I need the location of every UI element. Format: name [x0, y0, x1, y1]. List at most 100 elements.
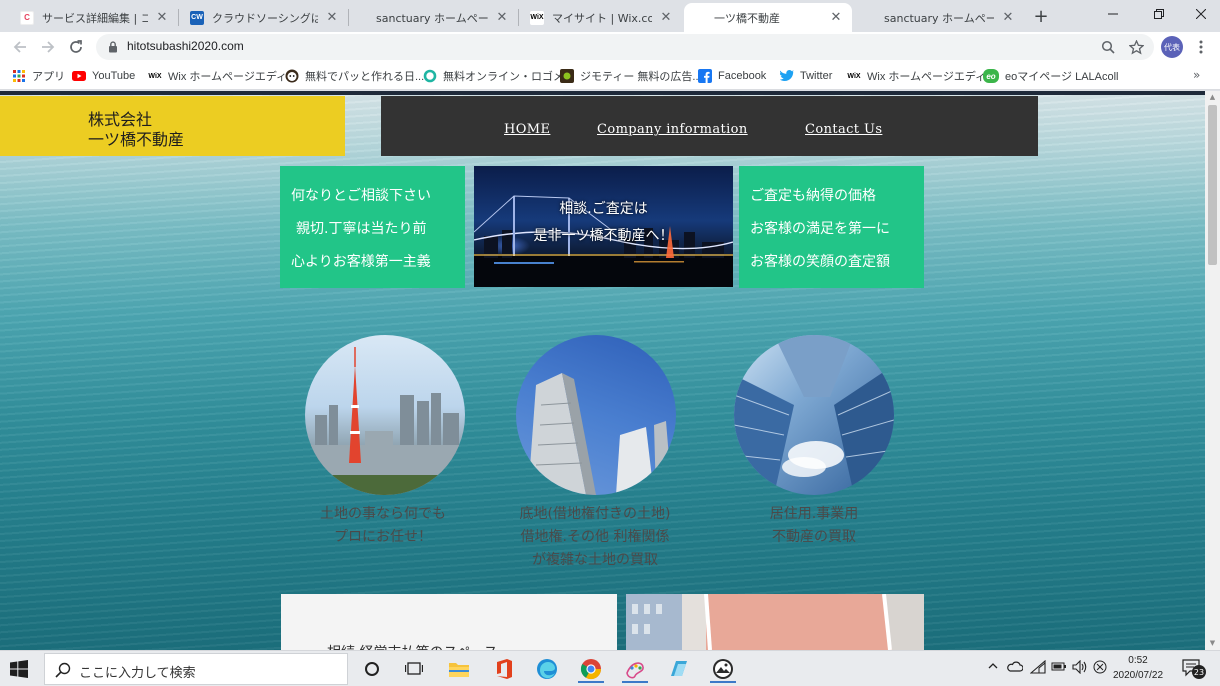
- paint-palette-icon: [626, 662, 644, 679]
- nav-company-link[interactable]: Company information: [597, 122, 748, 137]
- action-center-button[interactable]: 23: [1182, 659, 1206, 679]
- tab-close-icon[interactable]: ✕: [828, 10, 844, 26]
- bookmark-apps[interactable]: アプリ: [12, 68, 65, 84]
- bookmark-label: YouTube: [92, 70, 136, 82]
- profile-avatar[interactable]: 代表: [1161, 36, 1183, 58]
- taskbar-chrome[interactable]: [576, 655, 606, 683]
- reload-button[interactable]: [64, 35, 88, 59]
- clock-date: 2020/07/22: [1112, 670, 1164, 681]
- scrollbar-thumb[interactable]: [1208, 105, 1217, 265]
- cortana-button[interactable]: [357, 655, 387, 683]
- tab-title: sanctuary ホームページ制作: [884, 11, 994, 25]
- tab-sanctuary-2[interactable]: sanctuary ホームページ制作 ✕: [854, 3, 1024, 32]
- tab-close-icon[interactable]: ✕: [154, 10, 170, 26]
- taskbar-office[interactable]: [489, 655, 519, 683]
- tab-wix[interactable]: WiX マイサイト | Wix.com ✕: [520, 3, 682, 32]
- tokyo-tower-illustration: [305, 347, 465, 495]
- site-logo[interactable]: 株式会社 一ツ橋不動産: [0, 96, 345, 156]
- tab-close-icon[interactable]: ✕: [1000, 10, 1016, 26]
- minimize-button[interactable]: [1090, 0, 1136, 28]
- ime-status-icon[interactable]: [1093, 660, 1107, 677]
- forward-button[interactable]: [36, 35, 60, 59]
- caption-line: 土地の事なら何でも: [320, 506, 446, 522]
- feature-box-appraisal: ご査定も納得の価格 お客様の満足を第一に お客様の笑顔の査定額: [739, 166, 924, 288]
- taskbar-edge[interactable]: [532, 655, 562, 683]
- caption-line: 底地(借地権付きの土地): [519, 506, 671, 522]
- apps-grid-icon: [12, 69, 26, 83]
- close-window-button[interactable]: [1178, 0, 1220, 28]
- volume-icon[interactable]: [1072, 659, 1088, 677]
- new-tab-button[interactable]: +: [1030, 5, 1052, 27]
- tab-hitotsubashi[interactable]: 一ツ橋不動産 ✕: [684, 3, 852, 32]
- nav-contact-link[interactable]: Contact Us: [805, 122, 882, 137]
- skyscraper-illustration: [528, 373, 672, 495]
- chrome-icon: [580, 659, 602, 680]
- taskbar-photos-app[interactable]: [708, 655, 738, 683]
- bookmark-jmty[interactable]: ジモティー 無料の広告...: [560, 68, 702, 84]
- search-placeholder: ここに入力して検索: [79, 666, 196, 681]
- taskbar-notes-app[interactable]: [664, 655, 694, 683]
- feature-text: お客様の満足を第一に: [750, 221, 890, 237]
- caption-line: 借地権.その他 利権関係: [520, 529, 670, 545]
- vertical-scrollbar[interactable]: ▲ ▼: [1205, 91, 1220, 650]
- bookmark-twitter[interactable]: Twitter: [780, 68, 832, 84]
- system-clock[interactable]: 0:52 2020/07/22: [1110, 653, 1166, 683]
- tab-close-icon[interactable]: ✕: [658, 10, 674, 26]
- jmty-icon: [560, 69, 574, 83]
- bookmark-logo-maker[interactable]: 無料オンライン・ロゴメ...: [423, 68, 573, 84]
- coconala-favicon-icon: C: [20, 10, 34, 25]
- circle-caption-leasehold: 底地(借地権付きの土地) 借地権.その他 利権関係 が複雑な土地の買取: [490, 503, 700, 572]
- tab-sanctuary-1[interactable]: sanctuary ホームページ制作 ✕: [350, 3, 518, 32]
- feature-text: 何なりとご相談下さい: [291, 188, 431, 204]
- arrow-right-icon: [42, 41, 55, 53]
- scroll-up-icon[interactable]: ▲: [1208, 93, 1217, 101]
- address-bar[interactable]: hitotsubashi2020.com: [96, 34, 1154, 60]
- restore-button[interactable]: [1136, 0, 1182, 28]
- tray-chevron-icon[interactable]: [987, 660, 999, 675]
- banner-line: 是非一ツ橋不動産へ！: [533, 228, 674, 244]
- back-button[interactable]: [8, 35, 32, 59]
- tab-coconala[interactable]: C サービス詳細編集 | ココナラ ✕: [10, 3, 178, 32]
- bookmarks-overflow-icon[interactable]: »: [1193, 68, 1200, 82]
- bookmark-wix-editor-1[interactable]: WiX Wix ホームページエディ...: [148, 68, 296, 84]
- nav-home-link[interactable]: HOME: [504, 122, 550, 137]
- taskbar-file-explorer[interactable]: [444, 655, 474, 683]
- bookmark-youtube[interactable]: YouTube: [72, 68, 135, 84]
- notification-count-badge: 23: [1192, 665, 1206, 679]
- windows-start-icon[interactable]: [10, 660, 28, 678]
- taskbar-paint-app[interactable]: [620, 655, 650, 683]
- bookmark-label: Wix ホームページエディ...: [168, 71, 297, 83]
- glass-buildings-image: [734, 335, 894, 495]
- taskbar-search[interactable]: ここに入力して検索: [44, 653, 348, 685]
- tab-close-icon[interactable]: ✕: [494, 10, 510, 26]
- onedrive-icon[interactable]: [1007, 660, 1024, 675]
- scroll-down-icon[interactable]: ▼: [1208, 639, 1217, 647]
- arrow-left-icon: [13, 41, 26, 53]
- page-viewport: 株式会社 一ツ橋不動産 HOME Company information Con…: [0, 91, 1205, 650]
- bookmark-facebook[interactable]: Facebook: [698, 68, 766, 84]
- bookmark-wix-editor-2[interactable]: WiX Wix ホームページエディタ: [847, 68, 997, 84]
- windows-taskbar: ここに入力して検索 0:52 2020/07/22 23: [0, 650, 1220, 686]
- tab-crowdworks[interactable]: CW クラウドソーシングは日本最大級の ✕: [180, 3, 348, 32]
- feature-text: ご査定も納得の価格: [750, 188, 876, 204]
- tab-strip: C サービス詳細編集 | ココナラ ✕ CW クラウドソーシングは日本最大級の …: [0, 0, 1220, 32]
- twitter-icon: [780, 69, 794, 83]
- building-photo-panel: [626, 594, 924, 650]
- office-icon: [497, 659, 512, 679]
- search-icon: [55, 662, 71, 678]
- bookmark-star-icon[interactable]: [1128, 39, 1144, 55]
- chrome-menu-icon[interactable]: [1192, 36, 1210, 58]
- tab-close-icon[interactable]: ✕: [324, 10, 340, 26]
- tab-title: 一ツ橋不動産: [714, 11, 780, 25]
- bookmark-free-site[interactable]: 無料でパッと作れる日...: [285, 68, 424, 84]
- page-top-border: [0, 91, 1205, 95]
- caption-line: が複雑な土地の買取: [532, 552, 658, 568]
- task-view-button[interactable]: [399, 655, 429, 683]
- bookmark-label: 無料オンライン・ロゴメ...: [443, 71, 574, 83]
- lock-icon: [109, 41, 117, 53]
- bookmark-eo[interactable]: eo eoマイページ LALAcoll: [983, 68, 1119, 84]
- network-icon[interactable]: [1029, 659, 1046, 677]
- zoom-search-icon[interactable]: [1100, 39, 1116, 55]
- battery-icon[interactable]: [1051, 660, 1067, 675]
- circle-caption-purchase: 居住用.事業用 不動産の買取: [714, 503, 914, 549]
